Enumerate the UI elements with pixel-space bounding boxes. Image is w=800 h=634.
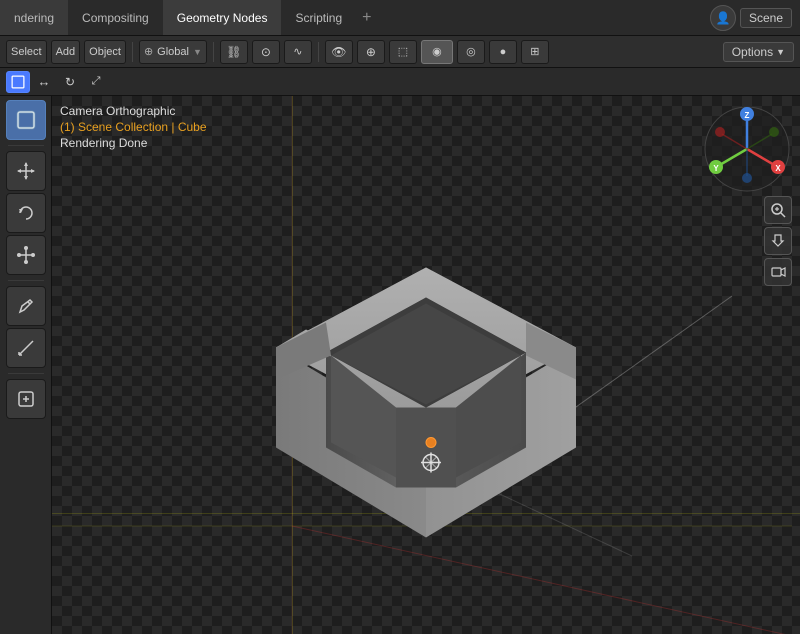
proportional-btn[interactable]: ⊙: [252, 40, 280, 64]
svg-text:Z: Z: [745, 111, 750, 120]
add-tab-button[interactable]: +: [356, 9, 377, 27]
shading-material[interactable]: ◎: [457, 40, 485, 64]
left-separator-3: [8, 373, 44, 374]
options-chevron: ▼: [776, 47, 785, 57]
left-separator-2: [8, 280, 44, 281]
viewport[interactable]: Camera Orthographic (1) Scene Collection…: [52, 96, 800, 634]
transform-dropdown[interactable]: ⊕ Global ▼: [139, 40, 207, 64]
zoom-button[interactable]: [764, 196, 792, 224]
mode-move-icon[interactable]: ↔: [32, 71, 56, 93]
toolbar-separator-3: [318, 42, 319, 62]
tab-compositing[interactable]: Compositing: [68, 0, 163, 35]
options-label: Options: [732, 45, 773, 59]
left-separator-1: [8, 145, 44, 146]
add-menu[interactable]: Add: [51, 40, 81, 64]
top-menu-right: 👤 Scene: [710, 5, 800, 31]
icon-row: ↔ ↻ ⤢: [0, 68, 800, 96]
left-toolbar: [0, 96, 52, 634]
cursor-btn[interactable]: ⊕: [357, 40, 385, 64]
shading-solid[interactable]: ◉: [421, 40, 453, 64]
mode-rotate-icon[interactable]: ↻: [58, 71, 82, 93]
toolbar-separator-1: [132, 42, 133, 62]
main-area: Camera Orthographic (1) Scene Collection…: [0, 96, 800, 634]
svg-text:Y: Y: [713, 164, 719, 173]
options-button[interactable]: Options ▼: [723, 42, 794, 62]
tool-select[interactable]: [6, 100, 46, 140]
camera-view-button[interactable]: [764, 258, 792, 286]
toolbar-row: Select Add Object ⊕ Global ▼ ⛓ ⊙ ∿ 👁 ⊕ ⬚…: [0, 36, 800, 68]
status-label: Rendering Done: [60, 136, 207, 150]
camera-label: Camera Orthographic: [60, 104, 207, 118]
pan-button[interactable]: [764, 227, 792, 255]
tool-rotate[interactable]: [6, 193, 46, 233]
user-avatar[interactable]: 👤: [710, 5, 736, 31]
shading-extra[interactable]: ⊞: [521, 40, 549, 64]
falloff-btn[interactable]: ∿: [284, 40, 312, 64]
tool-add[interactable]: [6, 379, 46, 419]
tool-annotate[interactable]: [6, 286, 46, 326]
right-toolbar: [764, 196, 792, 286]
tab-geometry-nodes[interactable]: Geometry Nodes: [163, 0, 282, 35]
shading-wireframe[interactable]: ⬚: [389, 40, 417, 64]
tool-move[interactable]: [6, 151, 46, 191]
tab-scripting[interactable]: Scripting: [281, 0, 356, 35]
tab-rendering[interactable]: ndering: [0, 0, 68, 35]
top-menu-bar: ndering Compositing Geometry Nodes Scrip…: [0, 0, 800, 36]
cursor-svg: [10, 74, 26, 90]
nav-gizmo[interactable]: Z X Y: [702, 104, 792, 194]
viewport-info: Camera Orthographic (1) Scene Collection…: [60, 104, 207, 150]
toolbar-separator-2: [213, 42, 214, 62]
svg-text:X: X: [775, 164, 781, 173]
tool-scale[interactable]: [6, 235, 46, 275]
shading-render[interactable]: ●: [489, 40, 517, 64]
mode-select-icon[interactable]: [6, 71, 30, 93]
mode-scale-icon[interactable]: ⤢: [84, 71, 108, 93]
object-menu[interactable]: Object: [84, 40, 126, 64]
collection-label: (1) Scene Collection | Cube: [60, 120, 207, 134]
scene-badge[interactable]: Scene: [740, 8, 792, 28]
cube-3d: [226, 208, 626, 558]
snap-btn[interactable]: ⛓: [220, 40, 248, 64]
tool-measure[interactable]: [6, 328, 46, 368]
nav-gizmo-svg: Z X Y: [702, 104, 792, 194]
cube-svg: [226, 208, 626, 558]
select-menu[interactable]: Select: [6, 40, 47, 64]
overlay-btn[interactable]: 👁: [325, 40, 353, 64]
